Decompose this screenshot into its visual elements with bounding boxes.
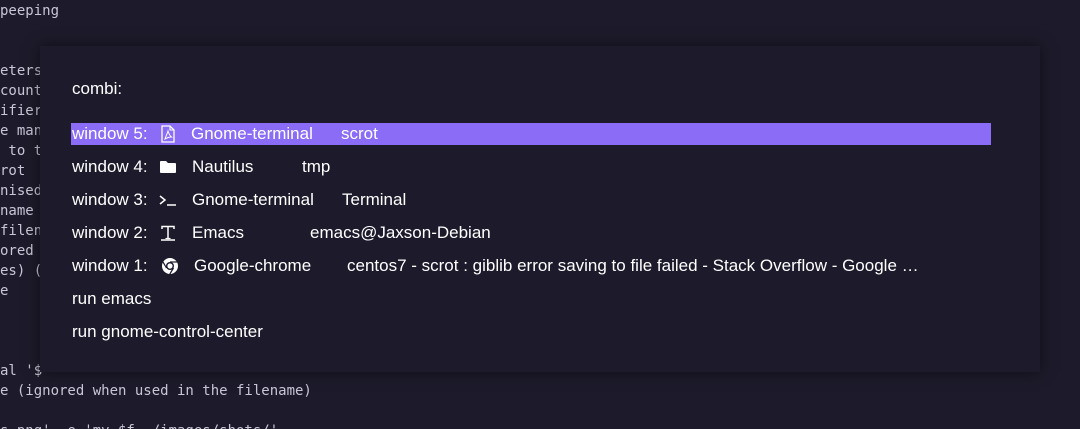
terminal-prompt-icon <box>158 189 178 211</box>
terminal-line: ored <box>0 243 34 259</box>
terminal-line: eters <box>0 63 43 79</box>
terminal-line: nised <box>0 183 43 199</box>
terminal-line: peeping <box>0 3 60 19</box>
window-class: Google-chrome <box>194 256 312 275</box>
window-number: window 1: <box>72 256 148 275</box>
run-command-entry[interactable]: run emacs <box>71 288 991 310</box>
chrome-icon <box>160 255 180 277</box>
terminal-line: e (ignored when used in the filename) <box>0 383 312 399</box>
terminal-line: to t <box>0 143 43 159</box>
launcher-prompt: combi: <box>72 79 123 98</box>
window-entry-2[interactable]: window 2: Emacs emacs@Jaxson-Debian <box>71 222 991 244</box>
terminal-line: name <box>0 203 34 219</box>
window-class: Emacs <box>192 223 244 242</box>
terminal-line: filen <box>0 223 43 239</box>
window-number: window 2: <box>72 223 148 242</box>
window-class: Nautilus <box>192 157 254 176</box>
window-number: window 3: <box>72 190 148 209</box>
terminal-line: e <box>0 283 9 299</box>
folder-icon <box>158 156 178 178</box>
window-entry-5[interactable]: window 5: Gnome-terminal scrot <box>71 123 991 145</box>
window-entry-3[interactable]: window 3: Gnome-terminal Terminal <box>71 189 991 211</box>
rofi-launcher: combi: window 5: Gnome-terminal scrot wi… <box>40 46 1040 372</box>
window-title: tmp <box>302 157 331 176</box>
window-title: emacs@Jaxson-Debian <box>310 223 491 242</box>
launcher-list: window 5: Gnome-terminal scrot window 4:… <box>71 123 991 354</box>
run-command-entry[interactable]: run gnome-control-center <box>71 321 991 343</box>
command-label: run emacs <box>72 289 152 308</box>
terminal-line: e man <box>0 123 43 139</box>
pdf-document-icon <box>158 123 178 145</box>
command-label: run gnome-control-center <box>72 322 263 341</box>
terminal-line: ifier <box>0 103 43 119</box>
window-title: centos7 - scrot : giblib error saving to… <box>347 256 919 275</box>
window-class: Gnome-terminal <box>192 190 314 209</box>
terminal-line: s.png' -e 'mv $f ~/images/shots/' <box>0 421 278 429</box>
terminal-line: es) ( <box>0 263 43 279</box>
window-number: window 5: <box>72 124 148 143</box>
terminal-line: count <box>0 83 43 99</box>
window-title: scrot <box>341 124 378 143</box>
window-class: Gnome-terminal <box>191 124 313 143</box>
window-entry-4[interactable]: window 4: Nautilus tmp <box>71 156 991 178</box>
window-title: Terminal <box>342 190 407 209</box>
window-entry-1[interactable]: window 1: Google-chrome centos7 - scrot … <box>71 255 991 277</box>
terminal-line: rot <box>0 163 26 179</box>
window-number: window 4: <box>72 157 148 176</box>
text-editor-icon <box>158 222 178 244</box>
terminal-line: al '$ <box>0 363 43 379</box>
